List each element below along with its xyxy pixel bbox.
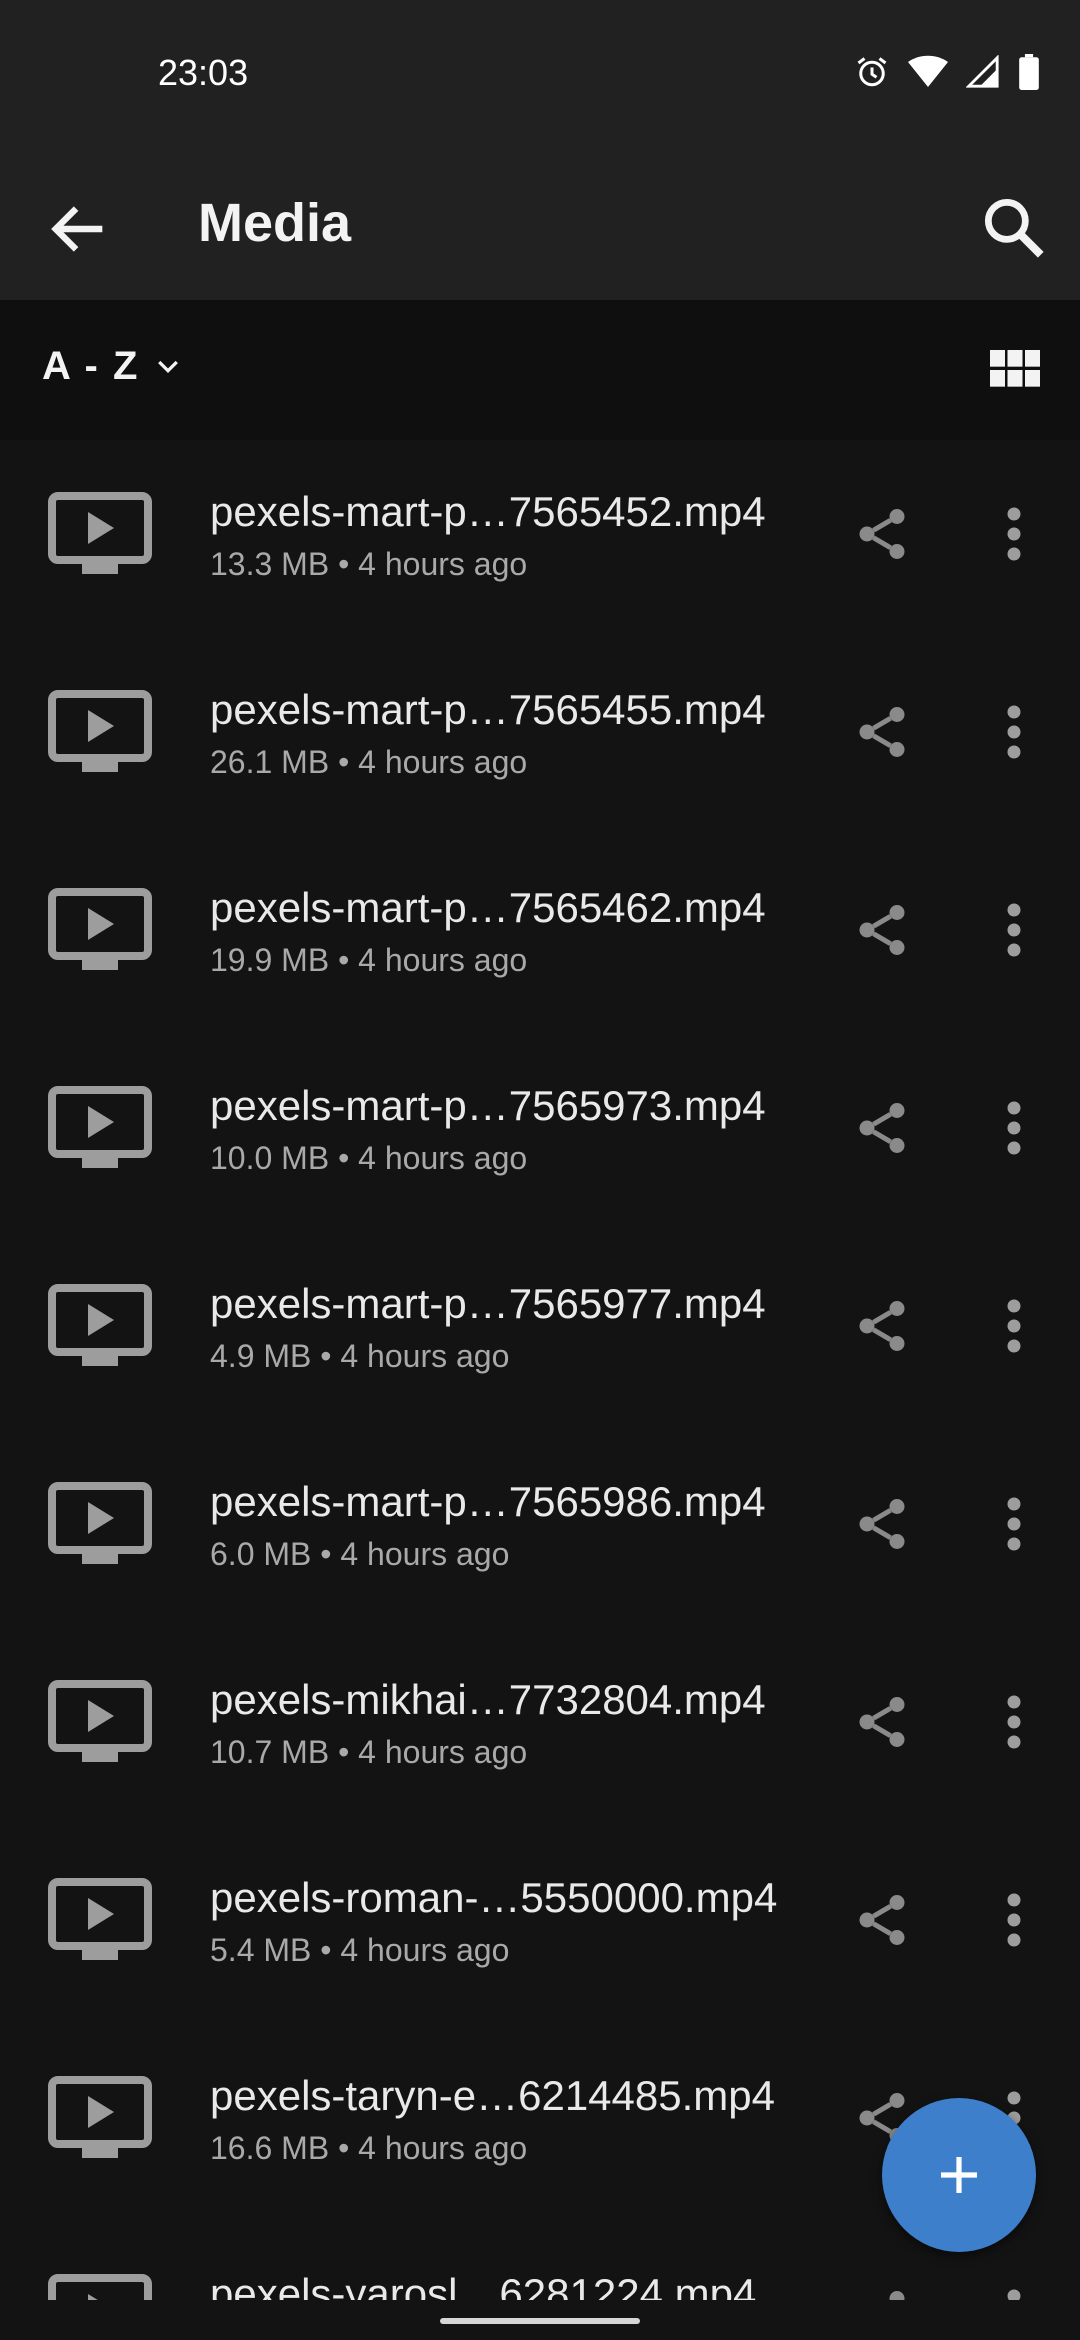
- sort-bar: A - Z: [0, 300, 1080, 440]
- chevron-down-icon: [158, 360, 179, 373]
- more-vert-icon[interactable]: [1002, 2286, 1026, 2300]
- file-name: pexels-mart-p…7565452.mp4: [210, 488, 766, 535]
- file-meta: 13.3 MB • 4 hours ago: [210, 546, 528, 582]
- video-file-icon: [48, 2274, 152, 2300]
- file-name: pexels-mart-p…7565977.mp4: [210, 1280, 766, 1327]
- wifi-icon: [908, 55, 948, 87]
- more-vert-icon[interactable]: [1002, 504, 1026, 564]
- signal-icon: [966, 55, 999, 88]
- gesture-handle[interactable]: [440, 2318, 640, 2324]
- alarm-icon: [857, 57, 887, 87]
- share-icon[interactable]: [852, 900, 912, 960]
- file-name: pexels-taryn-e…6214485.mp4: [210, 2072, 775, 2119]
- more-vert-icon[interactable]: [1002, 1494, 1026, 1554]
- video-file-icon: [48, 1680, 152, 1762]
- list-item[interactable]: pexels-roman-…5550000.mp4 5.4 MB • 4 hou…: [0, 1826, 1080, 2024]
- list-item[interactable]: pexels-mart-p…7565452.mp4 13.3 MB • 4 ho…: [0, 440, 1080, 638]
- file-meta: 10.0 MB • 4 hours ago: [210, 1140, 528, 1176]
- file-name: pexels-mart-p…7565986.mp4: [210, 1478, 766, 1525]
- app-bar: Media: [0, 150, 1080, 300]
- video-file-icon: [48, 2076, 152, 2158]
- video-file-icon: [48, 492, 152, 574]
- battery-icon: [1019, 54, 1039, 90]
- more-vert-icon[interactable]: [1002, 702, 1026, 762]
- file-name: pexels-roman-…5550000.mp4: [210, 1874, 778, 1921]
- video-file-icon: [48, 1086, 152, 1168]
- list-item[interactable]: pexels-mart-p…7565986.mp4 6.0 MB • 4 hou…: [0, 1430, 1080, 1628]
- list-item[interactable]: pexels-mart-p…7565977.mp4 4.9 MB • 4 hou…: [0, 1232, 1080, 1430]
- navigation-bar: [0, 2300, 1080, 2340]
- share-icon[interactable]: [852, 1494, 912, 1554]
- file-list: pexels-mart-p…7565452.mp4 13.3 MB • 4 ho…: [0, 440, 1080, 2300]
- list-item[interactable]: pexels-mart-p…7565462.mp4 19.9 MB • 4 ho…: [0, 836, 1080, 1034]
- share-icon[interactable]: [852, 1098, 912, 1158]
- file-meta: 10.7 MB • 4 hours ago: [210, 1734, 528, 1770]
- sort-dropdown[interactable]: A - Z: [42, 344, 183, 389]
- share-icon[interactable]: [852, 504, 912, 564]
- file-name: pexels-mart-p…7565455.mp4: [210, 686, 766, 733]
- list-item[interactable]: pexels-mart-p…7565973.mp4 10.0 MB • 4 ho…: [0, 1034, 1080, 1232]
- file-name: pexels-yarosl…6281224.mp4: [210, 2270, 757, 2300]
- file-meta: 6.0 MB • 4 hours ago: [210, 1536, 510, 1572]
- file-meta: 4.9 MB • 4 hours ago: [210, 1338, 510, 1374]
- more-vert-icon[interactable]: [1002, 1692, 1026, 1752]
- list-item[interactable]: pexels-mart-p…7565455.mp4 26.1 MB • 4 ho…: [0, 638, 1080, 836]
- more-vert-icon[interactable]: [1002, 1890, 1026, 1950]
- share-icon[interactable]: [852, 1296, 912, 1356]
- file-name: pexels-mart-p…7565973.mp4: [210, 1082, 766, 1129]
- video-file-icon: [48, 888, 152, 970]
- share-icon[interactable]: [852, 702, 912, 762]
- arrow-back-icon[interactable]: [44, 194, 114, 264]
- share-icon[interactable]: [852, 1890, 912, 1950]
- page-title: Media: [198, 193, 352, 253]
- video-file-icon: [48, 1482, 152, 1564]
- share-icon[interactable]: [852, 1692, 912, 1752]
- video-file-icon: [48, 1284, 152, 1366]
- list-item[interactable]: pexels-mikhai…7732804.mp4 10.7 MB • 4 ho…: [0, 1628, 1080, 1826]
- file-meta: 26.1 MB • 4 hours ago: [210, 744, 528, 780]
- status-bar: 23:03: [0, 0, 1080, 150]
- share-icon[interactable]: [852, 2286, 912, 2300]
- file-name: pexels-mart-p…7565462.mp4: [210, 884, 766, 931]
- add-fab-button[interactable]: [882, 2098, 1036, 2252]
- sort-label: A - Z: [42, 344, 140, 388]
- more-vert-icon[interactable]: [1002, 1098, 1026, 1158]
- file-meta: 16.6 MB • 4 hours ago: [210, 2130, 528, 2166]
- more-vert-icon[interactable]: [1002, 900, 1026, 960]
- file-meta: 19.9 MB • 4 hours ago: [210, 942, 528, 978]
- status-icons: [854, 54, 1040, 90]
- grid-view-icon[interactable]: [990, 350, 1040, 390]
- status-time: 23:03: [158, 52, 249, 93]
- file-name: pexels-mikhai…7732804.mp4: [210, 1676, 766, 1723]
- file-meta: 5.4 MB • 4 hours ago: [210, 1932, 510, 1968]
- video-file-icon: [48, 1878, 152, 1960]
- search-icon[interactable]: [976, 190, 1050, 264]
- video-file-icon: [48, 690, 152, 772]
- more-vert-icon[interactable]: [1002, 1296, 1026, 1356]
- plus-icon: [941, 2157, 977, 2193]
